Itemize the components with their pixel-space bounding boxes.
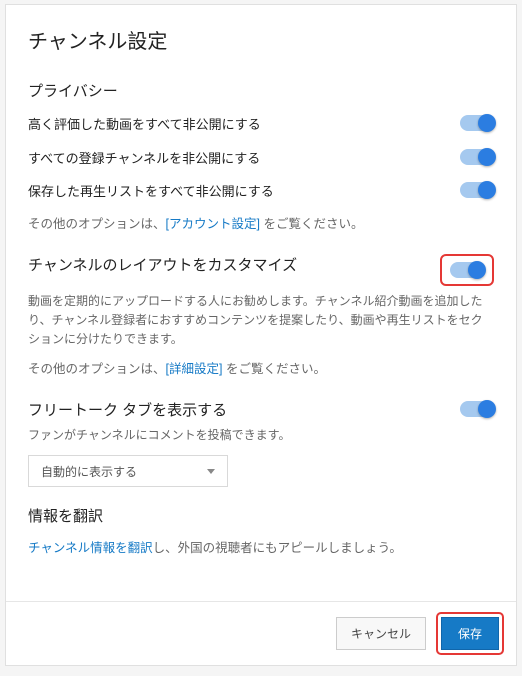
translate-heading: 情報を翻訳 <box>28 505 494 526</box>
toggle-layout-customize[interactable] <box>450 262 484 278</box>
freetalk-visibility-select[interactable]: 自動的に表示する <box>28 455 228 487</box>
toggle-subs-private[interactable] <box>460 149 494 165</box>
privacy-heading: プライバシー <box>28 80 494 101</box>
privacy-hint: その他のオプションは、[アカウント設定] をご覧ください。 <box>28 214 494 234</box>
privacy-row-subs: すべての登録チャンネルを非公開にする <box>28 147 494 169</box>
layout-heading: チャンネルのレイアウトをカスタマイズ <box>28 254 297 275</box>
account-settings-link[interactable]: [アカウント設定] <box>166 217 260 231</box>
layout-toggle-highlight <box>440 254 494 286</box>
toggle-liked-private[interactable] <box>460 115 494 131</box>
translate-section: 情報を翻訳 チャンネル情報を翻訳し、外国の視聴者にもアピールしましょう。 <box>28 505 494 558</box>
layout-section: チャンネルのレイアウトをカスタマイズ 動画を定期的にアップロードする人にお勧めし… <box>28 254 494 380</box>
dialog-footer: キャンセル 保存 <box>6 601 516 665</box>
privacy-label: 高く評価した動画をすべて非公開にする <box>28 113 261 135</box>
privacy-label: 保存した再生リストをすべて非公開にする <box>28 180 274 202</box>
dialog-title: チャンネル設定 <box>28 25 494 54</box>
freetalk-desc: ファンがチャンネルにコメントを投稿できます。 <box>28 426 494 445</box>
toggle-playlists-private[interactable] <box>460 182 494 198</box>
freetalk-section: フリートーク タブを表示する ファンがチャンネルにコメントを投稿できます。 自動… <box>28 399 494 487</box>
translate-channel-info-link[interactable]: チャンネル情報を翻訳 <box>28 541 153 555</box>
layout-hint: その他のオプションは、[詳細設定] をご覧ください。 <box>28 359 494 379</box>
privacy-section: プライバシー 高く評価した動画をすべて非公開にする すべての登録チャンネルを非公… <box>28 80 494 234</box>
select-value: 自動的に表示する <box>41 463 137 480</box>
toggle-freetalk-tab[interactable] <box>460 401 494 417</box>
privacy-row-liked: 高く評価した動画をすべて非公開にする <box>28 113 494 135</box>
save-button[interactable]: 保存 <box>441 617 499 650</box>
channel-settings-dialog: チャンネル設定 プライバシー 高く評価した動画をすべて非公開にする すべての登録… <box>5 4 517 666</box>
privacy-row-playlists: 保存した再生リストをすべて非公開にする <box>28 180 494 202</box>
layout-desc: 動画を定期的にアップロードする人にお勧めします。チャンネル紹介動画を追加したり、… <box>28 292 494 350</box>
chevron-down-icon <box>207 469 215 474</box>
translate-hint: チャンネル情報を翻訳し、外国の視聴者にもアピールしましょう。 <box>28 538 494 558</box>
cancel-button[interactable]: キャンセル <box>336 617 426 650</box>
freetalk-heading: フリートーク タブを表示する <box>28 399 227 420</box>
save-button-highlight: 保存 <box>436 612 504 655</box>
privacy-label: すべての登録チャンネルを非公開にする <box>28 147 260 169</box>
dialog-content: チャンネル設定 プライバシー 高く評価した動画をすべて非公開にする すべての登録… <box>6 5 516 601</box>
advanced-settings-link[interactable]: [詳細設定] <box>166 362 223 376</box>
